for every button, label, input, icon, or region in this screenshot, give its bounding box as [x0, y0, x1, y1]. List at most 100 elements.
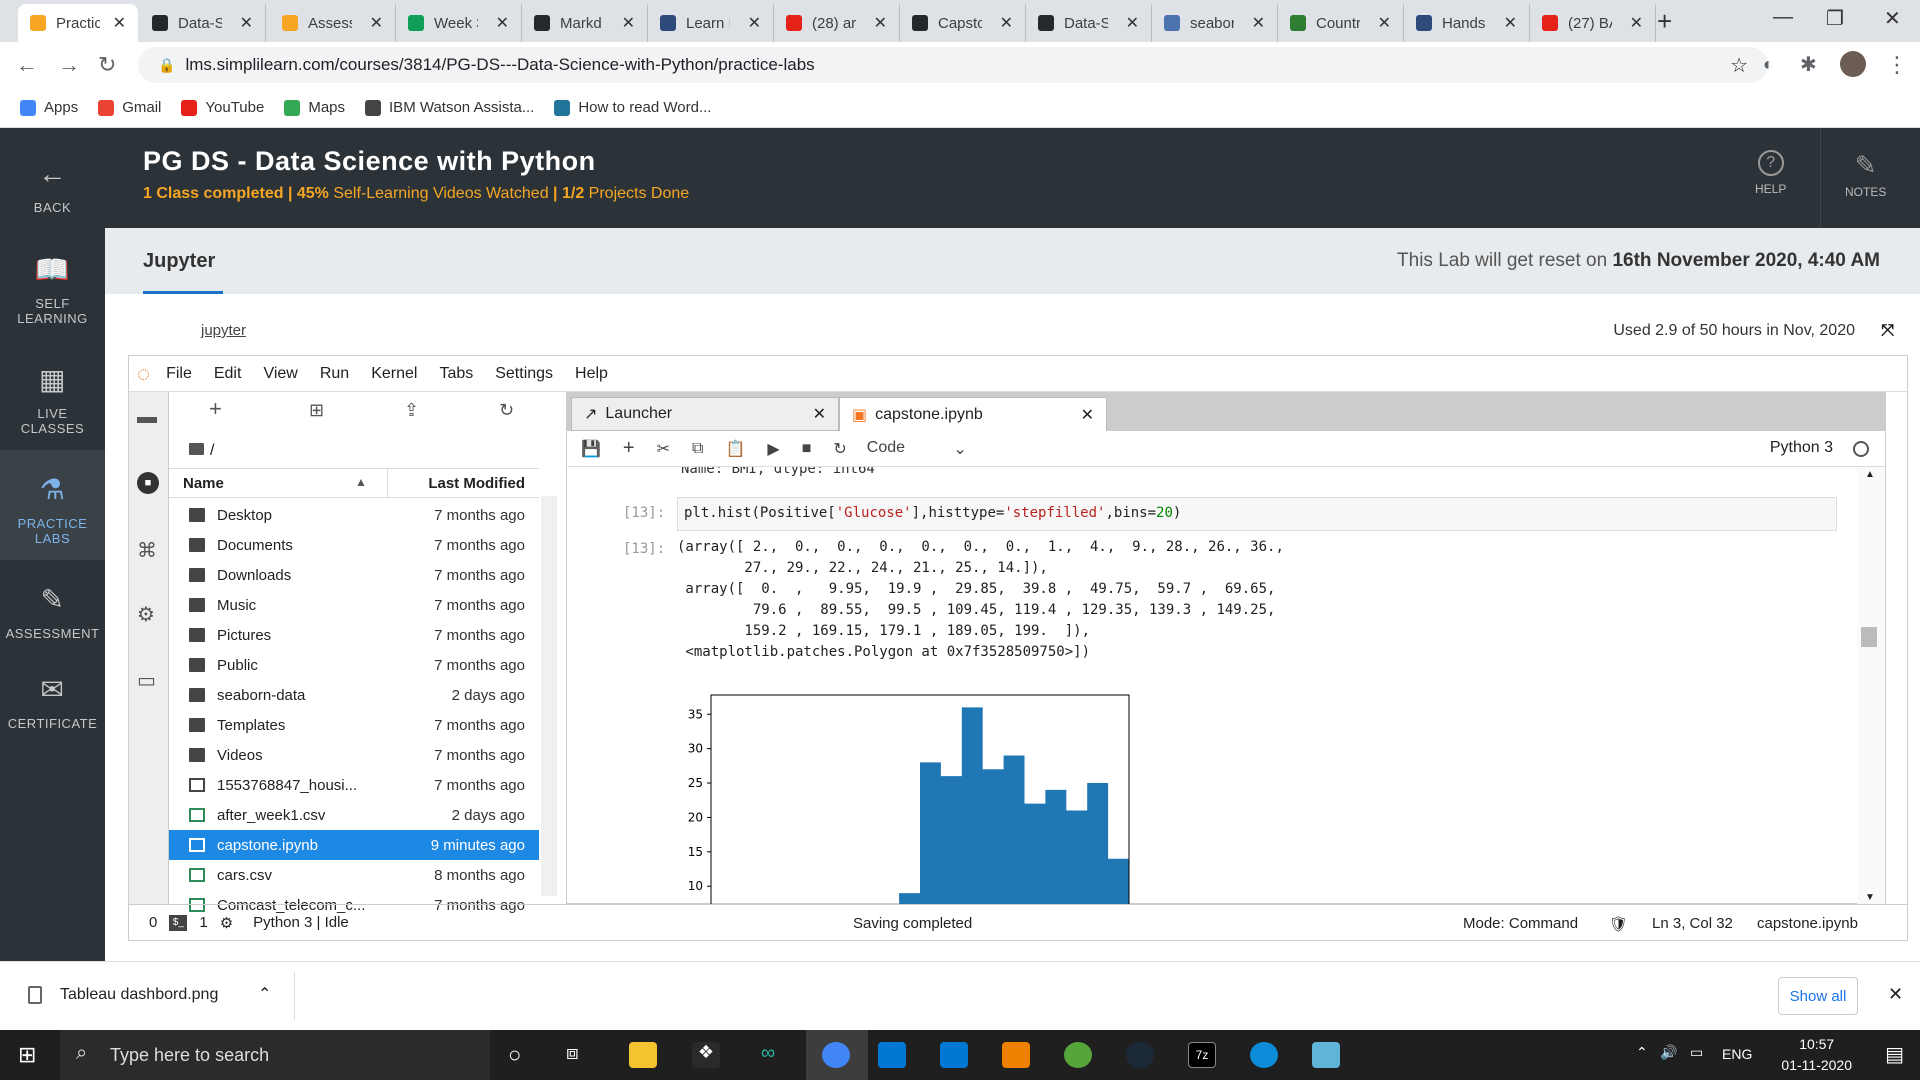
name-column-header[interactable]: Name — [183, 475, 224, 492]
kernel-name[interactable]: Python 3 — [1770, 439, 1833, 457]
puzzle-extensions-icon[interactable]: ✱ — [1800, 52, 1817, 77]
7zip-icon[interactable]: 7z — [1188, 1042, 1216, 1068]
chrome-icon[interactable] — [822, 1042, 850, 1068]
restart-icon[interactable]: ↻ — [833, 439, 846, 459]
steam-icon[interactable] — [1126, 1042, 1154, 1068]
browser-tab[interactable]: Countr ✕ — [1278, 4, 1404, 42]
show-all-button[interactable]: Show all — [1778, 977, 1858, 1015]
store-icon[interactable] — [878, 1042, 906, 1068]
file-row[interactable]: Public 7 months ago — [169, 650, 539, 680]
browser-tab[interactable]: Hands ✕ — [1404, 4, 1530, 42]
task-view-icon[interactable]: ⧈ — [566, 1042, 579, 1065]
taskbar-search[interactable]: ⌕ Type here to search — [60, 1030, 490, 1080]
volume-icon[interactable]: 🔊 — [1660, 1044, 1677, 1061]
browser-tab[interactable]: Data-S ✕ — [1026, 4, 1152, 42]
maximize-icon[interactable]: ❐ — [1826, 6, 1844, 31]
tab-close-icon[interactable]: ✕ — [1504, 13, 1517, 33]
tab-launcher[interactable]: ↗ Launcher ✕ — [571, 397, 839, 431]
cursor-position[interactable]: Ln 3, Col 32 — [1652, 915, 1733, 932]
tab-close-icon[interactable]: ✕ — [874, 13, 887, 33]
bookmark-item[interactable]: How to read Word... — [554, 99, 711, 116]
file-row[interactable]: seaborn-data 2 days ago — [169, 680, 539, 710]
file-row[interactable]: Documents 7 months ago — [169, 530, 539, 560]
menu-settings[interactable]: Settings — [495, 365, 553, 383]
settings-gear-icon[interactable]: ⚙ — [137, 602, 155, 627]
close-window-icon[interactable]: ✕ — [1884, 6, 1901, 31]
sidebar-item-assessment[interactable]: ✎ ASSESSMENT — [0, 583, 105, 641]
sidebar-item-live-classes[interactable]: ▦ LIVE CLASSES — [0, 363, 105, 436]
sidebar-item-back[interactable]: ← BACK — [0, 158, 105, 215]
copy-icon[interactable]: ⧉ — [692, 440, 703, 458]
chrome-menu-icon[interactable]: ⋮ — [1886, 52, 1908, 78]
scroll-up-icon[interactable]: ▲ — [1865, 469, 1875, 480]
menu-edit[interactable]: Edit — [214, 365, 242, 383]
tray-chevron-icon[interactable]: ⌃ — [1636, 1044, 1648, 1061]
file-row[interactable]: Downloads 7 months ago — [169, 560, 539, 590]
code-cell-input[interactable]: plt.hist(Positive['Glucose'],histtype='s… — [677, 497, 1837, 531]
file-row[interactable]: Desktop 7 months ago — [169, 500, 539, 530]
browser-tab[interactable]: Markd ✕ — [522, 4, 648, 42]
dropbox-icon[interactable]: ❖ — [692, 1042, 720, 1068]
jupyter-link[interactable]: jupyter — [201, 322, 246, 339]
scroll-down-icon[interactable]: ▼ — [1865, 892, 1875, 903]
notification-icon[interactable]: ▤ — [1885, 1042, 1904, 1067]
kernel-state[interactable]: Python 3 | Idle — [253, 914, 349, 931]
vlc-icon[interactable] — [1002, 1042, 1030, 1068]
snipping-icon[interactable] — [1312, 1042, 1340, 1068]
file-row[interactable]: Music 7 months ago — [169, 590, 539, 620]
forward-arrow-icon[interactable]: → — [58, 52, 80, 78]
file-row[interactable]: cars.csv 8 months ago — [169, 860, 539, 890]
tab-close-icon[interactable]: ✕ — [1630, 13, 1643, 33]
running-icon[interactable]: ■ — [137, 472, 159, 494]
url-bar[interactable]: 🔒 lms.simplilearn.com/courses/3814/PG-DS… — [138, 47, 1768, 83]
commands-icon[interactable]: ⌘ — [137, 538, 157, 563]
run-icon[interactable]: ▶ — [767, 439, 779, 459]
folder-icon[interactable]: ▬ — [137, 406, 157, 429]
sidebar-item-certificate[interactable]: ✉ CERTIFICATE — [0, 673, 105, 731]
new-launcher-icon[interactable]: + — [209, 396, 222, 422]
menu-file[interactable]: File — [166, 365, 192, 383]
file-browser-scrollbar[interactable] — [541, 496, 557, 896]
tab-close-icon[interactable]: ✕ — [113, 13, 126, 33]
file-row[interactable]: capstone.ipynb 9 minutes ago — [169, 830, 539, 860]
chevron-up-icon[interactable]: ⌃ — [258, 984, 271, 1004]
browser-tab[interactable]: Learn I ✕ — [648, 4, 774, 42]
bookmark-star-icon[interactable]: ☆ — [1730, 53, 1748, 78]
tab-close-icon[interactable]: ✕ — [240, 13, 253, 33]
tabs-icon[interactable]: ▭ — [137, 668, 156, 693]
windows-start-icon[interactable]: ⊞ — [18, 1042, 36, 1068]
browser-tab[interactable]: Week 3 ✕ — [396, 4, 522, 42]
battery-icon[interactable]: ▭ — [1690, 1044, 1703, 1061]
file-row[interactable]: after_week1.csv 2 days ago — [169, 800, 539, 830]
tab-close-icon[interactable]: ✕ — [622, 13, 635, 33]
tab-close-icon[interactable]: ✕ — [1252, 13, 1265, 33]
tab-close-icon[interactable]: ✕ — [748, 13, 761, 33]
insert-cell-icon[interactable]: + — [623, 437, 635, 460]
browser-tab[interactable]: (27) BA ✕ — [1530, 4, 1656, 42]
minimize-icon[interactable]: — — [1773, 6, 1793, 29]
profile-avatar[interactable] — [1840, 51, 1866, 77]
cell-type-select[interactable]: Code ⌄ — [867, 439, 967, 459]
back-arrow-icon[interactable]: ← — [16, 52, 38, 78]
close-icon[interactable]: ✕ — [1081, 405, 1094, 425]
bookmark-item[interactable]: Gmail — [98, 99, 161, 116]
notebook-scrollbar[interactable]: ▲ ▼ — [1857, 467, 1885, 905]
new-folder-icon[interactable]: ⊞ — [309, 400, 324, 421]
new-tab-button[interactable]: + — [1657, 6, 1672, 37]
file-row[interactable]: Pictures 7 months ago — [169, 620, 539, 650]
menu-run[interactable]: Run — [320, 365, 349, 383]
file-explorer-icon[interactable] — [629, 1042, 657, 1068]
close-icon[interactable]: ✕ — [1888, 984, 1903, 1005]
bookmark-item[interactable]: IBM Watson Assista... — [365, 99, 534, 116]
bookmark-item[interactable]: Apps — [20, 99, 78, 116]
file-row[interactable]: Templates 7 months ago — [169, 710, 539, 740]
file-row[interactable]: Videos 7 months ago — [169, 740, 539, 770]
menu-help[interactable]: Help — [575, 365, 608, 383]
mail-icon[interactable] — [940, 1042, 968, 1068]
browser-tab[interactable]: seabor ✕ — [1152, 4, 1278, 42]
download-filename[interactable]: Tableau dashbord.png — [60, 986, 218, 1004]
edge-icon[interactable] — [1250, 1042, 1278, 1068]
reload-icon[interactable]: ↻ — [98, 52, 116, 78]
tab-close-icon[interactable]: ✕ — [1378, 13, 1391, 33]
notes-button[interactable]: ✎ NOTES — [1845, 150, 1886, 199]
